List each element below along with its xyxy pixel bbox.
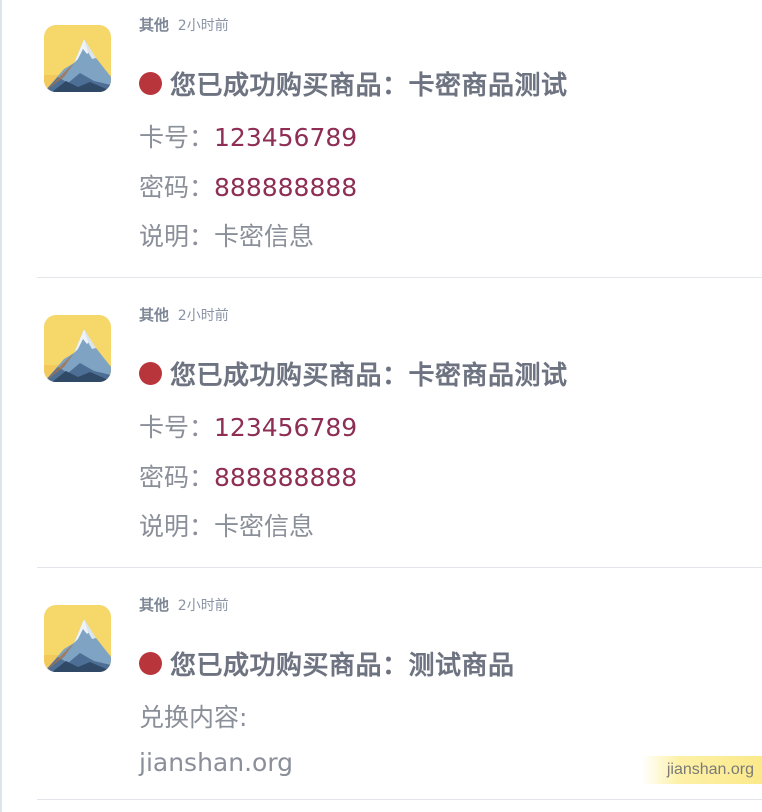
description-label: 说明： bbox=[139, 222, 215, 251]
card-number-label: 卡号： bbox=[139, 413, 215, 442]
timestamp: 2小时前 bbox=[177, 598, 229, 614]
password-line: 密码：888888888 bbox=[139, 458, 357, 494]
mountain-app-icon[interactable] bbox=[44, 25, 111, 92]
message-item: 其他 2小时前 您已成功购买商品：卡密商品测试 卡号：123456789 密码：… bbox=[0, 0, 762, 290]
sender-name[interactable]: 其他 bbox=[139, 596, 169, 614]
sender-name[interactable]: 其他 bbox=[139, 16, 169, 34]
sender-name[interactable]: 其他 bbox=[139, 306, 169, 324]
red-dot-icon bbox=[139, 652, 162, 675]
redeem-content-line: 兑换内容: bbox=[139, 698, 247, 734]
card-number-label: 卡号： bbox=[139, 123, 215, 152]
message-divider bbox=[37, 567, 762, 568]
message-title-row: 您已成功购买商品：测试商品 bbox=[139, 645, 515, 682]
mountain-app-icon[interactable] bbox=[44, 605, 111, 672]
message-title-row: 您已成功购买商品：卡密商品测试 bbox=[139, 65, 568, 102]
description-line: 说明：卡密信息 bbox=[139, 507, 314, 543]
redeem-content-text: jianshan.org bbox=[139, 748, 294, 777]
message-meta: 其他 2小时前 bbox=[139, 304, 229, 325]
message-meta: 其他 2小时前 bbox=[139, 594, 229, 615]
card-number-line: 卡号：123456789 bbox=[139, 408, 357, 444]
password-line: 密码：888888888 bbox=[139, 168, 357, 204]
mountain-app-icon[interactable] bbox=[44, 315, 111, 382]
mountain-icon bbox=[44, 25, 111, 92]
redeem-content-label: 兑换内容: bbox=[139, 703, 248, 732]
password-value: 888888888 bbox=[214, 463, 358, 492]
message-item: 其他 2小时前 您已成功购买商品：卡密商品测试 卡号：123456789 密码：… bbox=[0, 290, 762, 580]
mountain-icon bbox=[44, 315, 111, 382]
message-divider bbox=[37, 277, 762, 278]
red-dot-icon bbox=[139, 362, 162, 385]
password-label: 密码： bbox=[139, 173, 215, 202]
card-number-value: 123456789 bbox=[214, 123, 358, 152]
timestamp: 2小时前 bbox=[177, 308, 229, 324]
password-value: 888888888 bbox=[214, 173, 358, 202]
description-line: 说明：卡密信息 bbox=[139, 217, 314, 253]
password-label: 密码： bbox=[139, 463, 215, 492]
watermark: jianshan.org bbox=[642, 756, 762, 784]
message-title: 您已成功购买商品：卡密商品测试 bbox=[170, 361, 568, 391]
message-meta: 其他 2小时前 bbox=[139, 14, 229, 35]
message-title-row: 您已成功购买商品：卡密商品测试 bbox=[139, 355, 568, 392]
description-value: 卡密信息 bbox=[214, 512, 315, 541]
description-value: 卡密信息 bbox=[214, 222, 315, 251]
mountain-icon bbox=[44, 605, 111, 672]
card-number-line: 卡号：123456789 bbox=[139, 118, 357, 154]
message-feed: 其他 2小时前 您已成功购买商品：卡密商品测试 卡号：123456789 密码：… bbox=[0, 0, 762, 812]
description-label: 说明： bbox=[139, 512, 215, 541]
message-title: 您已成功购买商品：测试商品 bbox=[170, 651, 515, 681]
message-title: 您已成功购买商品：卡密商品测试 bbox=[170, 71, 568, 101]
card-number-value: 123456789 bbox=[214, 413, 358, 442]
timestamp: 2小时前 bbox=[177, 18, 229, 34]
message-divider bbox=[37, 799, 762, 800]
redeem-content-value: jianshan.org bbox=[139, 748, 293, 777]
red-dot-icon bbox=[139, 72, 162, 95]
